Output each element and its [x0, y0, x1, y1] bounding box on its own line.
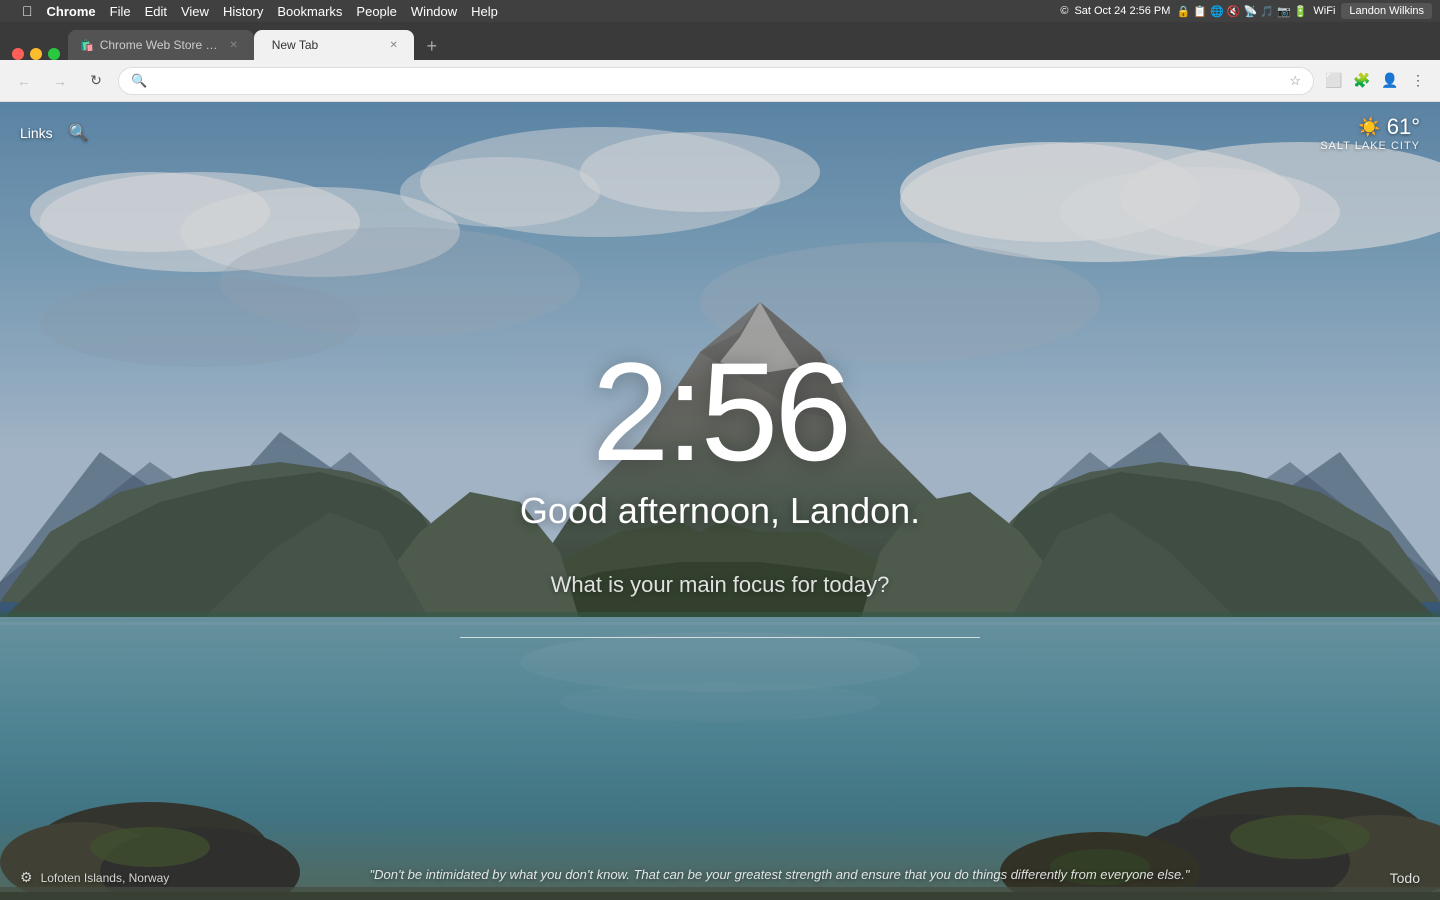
- maximize-window-button[interactable]: [48, 48, 60, 60]
- menu-bar-icons: © Sat Oct 24 2:56 PM 🔒 📋 🌐 🔇 📡 🎵 📷 🔋 WiF…: [1060, 3, 1432, 19]
- window-menu[interactable]: Window: [411, 4, 457, 19]
- profile-icon[interactable]: 👤: [1378, 69, 1402, 93]
- weather-city: SALT LAKE CITY: [1320, 140, 1420, 152]
- people-menu[interactable]: People: [356, 4, 396, 19]
- menu-icons-row: 🔒 📋 🌐 🔇 📡 🎵 📷 🔋: [1176, 5, 1307, 18]
- quote-text: "Don't be intimidated by what you don't …: [169, 865, 1389, 886]
- tab-chrome-web-store[interactable]: 🛍️ Chrome Web Store - Apps ✕: [68, 30, 254, 60]
- address-bar: ← → ↻ 🔍 ☆ ⬜ 🧩 👤 ⋮: [0, 60, 1440, 102]
- omnibox-icons: ☆: [1289, 73, 1301, 89]
- search-icon: 🔍: [131, 73, 147, 89]
- view-menu[interactable]: View: [181, 4, 209, 19]
- menu-bar-right: © Sat Oct 24 2:56 PM 🔒 📋 🌐 🔇 📡 🎵 📷 🔋 WiF…: [1060, 3, 1432, 19]
- menu-time: Sat Oct 24 2:56 PM: [1074, 5, 1170, 17]
- tab-label-1: Chrome Web Store - Apps: [100, 38, 220, 52]
- wifi-icon: WiFi: [1313, 5, 1335, 17]
- weather-icon: ☀️: [1358, 117, 1380, 138]
- url-input[interactable]: [153, 73, 1283, 88]
- close-window-button[interactable]: [12, 48, 24, 60]
- newtab-center-content: 2:56 Good afternoon, Landon. What is you…: [0, 164, 1440, 855]
- tab-bar: 🛍️ Chrome Web Store - Apps ✕ New Tab ✕ +: [0, 22, 1440, 60]
- main-content: Links 🔍 ☀️ 61° SALT LAKE CITY 2:56 Good …: [0, 102, 1440, 900]
- settings-gear-icon[interactable]: ⚙: [20, 869, 33, 886]
- focus-prompt-text: What is your main focus for today?: [551, 572, 890, 598]
- weather-widget: ☀️ 61° SALT LAKE CITY: [1320, 114, 1420, 152]
- new-tab-button[interactable]: +: [418, 32, 446, 60]
- address-right-icons: ⬜ 🧩 👤 ⋮: [1322, 69, 1430, 93]
- window-controls-chrome[interactable]: [12, 48, 60, 60]
- newtab-bottombar: ⚙ Lofoten Islands, Norway "Don't be inti…: [0, 855, 1440, 900]
- newtab-topbar: Links 🔍 ☀️ 61° SALT LAKE CITY: [0, 102, 1440, 164]
- greeting-text: Good afternoon, Landon.: [520, 490, 920, 532]
- tab-favicon-1: 🛍️: [80, 39, 94, 52]
- tab-close-1[interactable]: ✕: [226, 37, 242, 53]
- apple-menu[interactable]: : [22, 3, 33, 19]
- back-button[interactable]: ←: [10, 67, 38, 95]
- tab-new-tab[interactable]: New Tab ✕: [254, 30, 414, 60]
- focus-input[interactable]: [460, 610, 980, 631]
- clock-display: 2:56: [592, 342, 848, 482]
- todo-button[interactable]: Todo: [1390, 870, 1420, 886]
- weather-temperature: 61°: [1387, 114, 1420, 140]
- menu-bar:  Chrome File Edit View History Bookmark…: [0, 0, 1440, 22]
- app-name-menu[interactable]: Chrome: [47, 4, 96, 19]
- cast-icon[interactable]: ⬜: [1322, 69, 1346, 93]
- forward-button[interactable]: →: [46, 67, 74, 95]
- search-button[interactable]: 🔍: [69, 123, 89, 143]
- minimize-window-button[interactable]: [30, 48, 42, 60]
- copyright-icon: ©: [1060, 5, 1068, 17]
- tab-close-2[interactable]: ✕: [386, 37, 402, 53]
- edit-menu[interactable]: Edit: [145, 4, 167, 19]
- chrome-menu-icon[interactable]: ⋮: [1406, 69, 1430, 93]
- help-menu[interactable]: Help: [471, 4, 498, 19]
- file-menu[interactable]: File: [110, 4, 131, 19]
- location-text: Lofoten Islands, Norway: [41, 871, 170, 885]
- extensions-icon[interactable]: 🧩: [1350, 69, 1374, 93]
- links-button[interactable]: Links: [20, 125, 53, 141]
- newtab-overlay: Links 🔍 ☀️ 61° SALT LAKE CITY 2:56 Good …: [0, 102, 1440, 900]
- location-info: ⚙ Lofoten Islands, Norway: [20, 869, 169, 886]
- focus-input-wrapper[interactable]: [460, 610, 980, 638]
- reload-button[interactable]: ↻: [82, 67, 110, 95]
- bookmark-star-icon[interactable]: ☆: [1289, 73, 1301, 89]
- history-menu[interactable]: History: [223, 4, 263, 19]
- menu-user[interactable]: Landon Wilkins: [1341, 3, 1432, 19]
- bookmarks-menu[interactable]: Bookmarks: [277, 4, 342, 19]
- omnibox[interactable]: 🔍 ☆: [118, 67, 1314, 95]
- tab-label-2: New Tab: [272, 38, 318, 52]
